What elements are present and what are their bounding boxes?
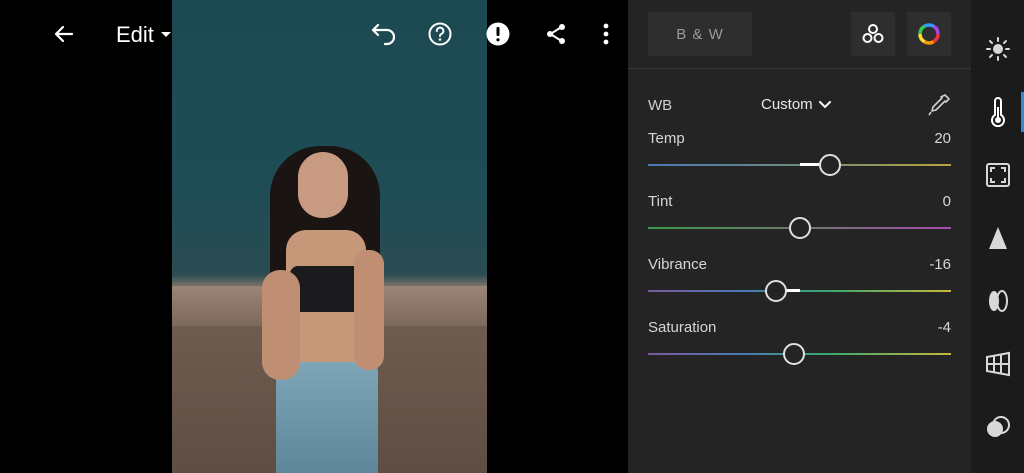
slider-value: -4 bbox=[937, 319, 951, 336]
slider-label: Vibrance bbox=[648, 256, 707, 273]
thermometer-icon bbox=[990, 97, 1005, 127]
triangle-icon bbox=[988, 227, 1007, 249]
slider-fill bbox=[786, 289, 800, 292]
slider-tint: Tint 0 bbox=[648, 193, 951, 243]
white-balance-value: Custom bbox=[761, 96, 813, 113]
color-mix-button[interactable] bbox=[907, 12, 951, 56]
slider-label: Saturation bbox=[648, 319, 717, 336]
sidebar-item-geometry[interactable] bbox=[971, 336, 1024, 392]
edited-photo bbox=[172, 0, 487, 473]
more-button[interactable] bbox=[590, 18, 622, 50]
sidebar-item-detail[interactable] bbox=[971, 210, 1024, 266]
sun-icon bbox=[985, 37, 1010, 61]
blend-circles-icon bbox=[986, 416, 1010, 437]
sidebar-item-light[interactable] bbox=[971, 21, 1024, 77]
sidebar-item-effects[interactable] bbox=[971, 147, 1024, 203]
color-wheel-icon bbox=[918, 23, 940, 45]
help-circle-icon bbox=[428, 22, 452, 46]
caret-down-icon bbox=[160, 32, 171, 37]
slider-thumb[interactable] bbox=[783, 343, 805, 365]
arrow-left-icon bbox=[54, 25, 74, 43]
eyedropper-icon[interactable] bbox=[926, 92, 952, 118]
chevron-down-icon bbox=[818, 100, 831, 108]
slider-value: -16 bbox=[929, 256, 951, 273]
undo-icon bbox=[371, 23, 396, 46]
slider-temp: Temp 20 bbox=[648, 130, 951, 180]
more-vertical-icon bbox=[603, 23, 609, 45]
slider-label: Tint bbox=[648, 193, 673, 210]
panel-header: B & W bbox=[628, 0, 971, 69]
grid-perspective-icon bbox=[985, 351, 1010, 377]
photo-canvas bbox=[0, 0, 628, 473]
sidebar-item-presets[interactable] bbox=[971, 399, 1024, 455]
slider-thumb[interactable] bbox=[819, 154, 841, 176]
slider-thumb[interactable] bbox=[789, 217, 811, 239]
profiles-icon bbox=[862, 24, 884, 43]
help-button[interactable] bbox=[424, 18, 456, 50]
color-panel: B & W WB Custom Temp 20 Tint 0 Vibrance … bbox=[628, 0, 971, 473]
photo-subject bbox=[262, 140, 392, 473]
slider-thumb[interactable] bbox=[765, 280, 787, 302]
black-and-white-button[interactable]: B & W bbox=[648, 12, 752, 56]
share-button[interactable] bbox=[540, 18, 572, 50]
tool-sidebar bbox=[971, 0, 1024, 473]
top-toolbar: Edit bbox=[0, 0, 628, 68]
vignette-icon bbox=[985, 163, 1010, 187]
edit-mode-label: Edit bbox=[116, 22, 154, 47]
sidebar-item-optics[interactable] bbox=[971, 273, 1024, 329]
slider-vibrance: Vibrance -16 bbox=[648, 256, 951, 306]
edit-mode-menu[interactable]: Edit bbox=[116, 20, 172, 50]
sidebar-item-color[interactable] bbox=[971, 84, 1024, 140]
undo-button[interactable] bbox=[366, 18, 398, 50]
lens-icon bbox=[988, 290, 1008, 312]
profiles-button[interactable] bbox=[851, 12, 895, 56]
slider-saturation: Saturation -4 bbox=[648, 319, 951, 369]
alert-button[interactable] bbox=[482, 18, 514, 50]
exclamation-circle-icon bbox=[486, 22, 510, 46]
slider-value: 20 bbox=[934, 130, 951, 147]
back-button[interactable] bbox=[48, 18, 80, 50]
slider-label: Temp bbox=[648, 130, 685, 147]
slider-value: 0 bbox=[942, 193, 951, 210]
white-balance-dropdown[interactable]: Custom bbox=[761, 96, 831, 113]
white-balance-row: WB Custom bbox=[648, 94, 951, 116]
share-icon bbox=[547, 24, 565, 44]
white-balance-label: WB bbox=[648, 97, 673, 114]
